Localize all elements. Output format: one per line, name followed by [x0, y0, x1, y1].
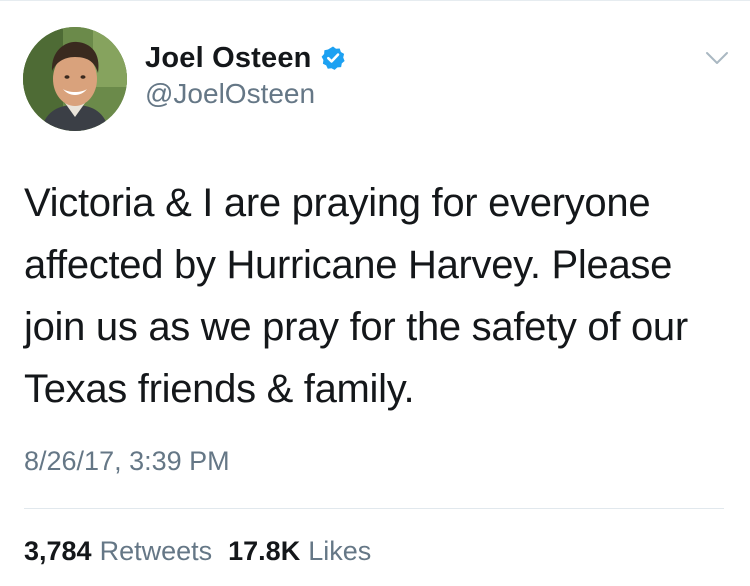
tweet-stats: 3,784 Retweets 17.8K Likes [24, 536, 371, 567]
avatar-image [23, 27, 127, 131]
retweets-label: Retweets [99, 536, 213, 566]
verified-badge-icon [320, 45, 346, 71]
retweets-stat[interactable]: 3,784 Retweets [24, 536, 212, 567]
tweet-text-line: affected by Hurricane Harvey. Please [24, 243, 673, 287]
tweet-text-line: Texas friends & family. [24, 367, 415, 411]
retweets-count: 3,784 [24, 536, 92, 566]
tweet-text-line: Victoria & I are praying for everyone [24, 181, 651, 225]
likes-count: 17.8K [228, 536, 301, 566]
tweet-timestamp[interactable]: 8/26/17, 3:39 PM [24, 446, 230, 477]
likes-label: Likes [308, 536, 372, 566]
chevron-down-icon[interactable] [704, 48, 730, 68]
likes-stat[interactable]: 17.8K Likes [228, 536, 371, 567]
stats-divider [24, 508, 724, 509]
author-display-name[interactable]: Joel Osteen [145, 42, 312, 75]
top-divider [0, 0, 750, 1]
author-handle[interactable]: @JoelOsteen [145, 78, 315, 110]
avatar[interactable] [23, 27, 127, 131]
tweet-text: Victoria & I are praying for everyone af… [24, 172, 736, 420]
author-name-row: Joel Osteen [145, 40, 346, 76]
tweet-text-line: join us as we pray for the safety of our [24, 305, 688, 349]
